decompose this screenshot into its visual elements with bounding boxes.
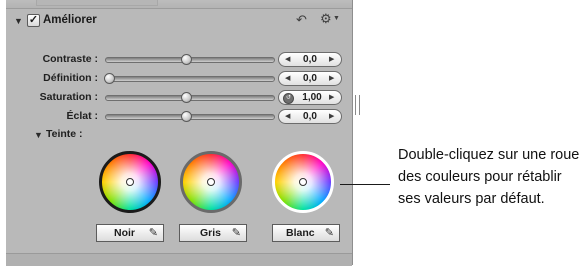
contrast-slider-thumb[interactable] [181,54,192,65]
decrement-arrow-icon[interactable]: ◀ [285,73,290,84]
reset-icon[interactable]: ↺ [283,93,294,104]
gray-color-wheel[interactable] [180,151,242,213]
increment-arrow-icon[interactable]: ▶ [329,73,334,84]
previous-section-header [36,0,158,6]
vibrancy-label: Éclat : [66,110,98,122]
saturation-slider[interactable] [105,92,275,103]
gray-eyedropper-button[interactable]: Gris ✎ [179,224,247,242]
definition-label: Définition : [43,72,98,84]
gear-icon[interactable]: ⚙ [320,11,332,27]
white-label: Blanc [286,227,315,239]
saturation-label: Saturation : [39,91,98,103]
saturation-stepper[interactable]: ↺ 1,00 ▶ [278,90,342,105]
previous-section-strip [6,0,352,9]
decrement-arrow-icon[interactable]: ◀ [285,54,290,65]
increment-arrow-icon[interactable]: ▶ [329,111,334,122]
saturation-slider-thumb[interactable] [181,92,192,103]
increment-arrow-icon[interactable]: ▶ [329,92,334,103]
tint-disclosure-triangle[interactable]: ▼ [34,130,43,140]
gray-label: Gris [200,227,222,239]
section-title: Améliorer [43,14,97,26]
vibrancy-value[interactable]: 0,0 [293,110,327,123]
callout-text: Double-cliquez sur une roue des couleurs… [398,147,580,207]
white-eyedropper-button[interactable]: Blanc ✎ [272,224,340,242]
definition-slider-thumb[interactable] [104,73,115,84]
contrast-value[interactable]: 0,0 [293,53,327,66]
callout-leader-line [340,184,390,185]
black-wheel-handle[interactable] [126,178,134,186]
next-section-strip [6,253,352,266]
black-color-wheel[interactable] [99,151,161,213]
increment-arrow-icon[interactable]: ▶ [329,54,334,65]
panel-resize-grip[interactable] [355,95,360,115]
vibrancy-slider-thumb[interactable] [181,111,192,122]
saturation-value[interactable]: 1,00 [295,91,329,104]
adjustments-panel: ▼ ✓ Améliorer ↶ ⚙ ▼ Contraste : ◀ 0,0 ▶ … [6,0,353,266]
white-color-wheel[interactable] [272,151,334,213]
tint-label: Teinte : [46,128,83,140]
definition-slider[interactable] [104,73,275,84]
definition-stepper[interactable]: ◀ 0,0 ▶ [278,71,342,86]
undo-icon[interactable]: ↶ [296,12,307,28]
enhance-checkbox[interactable]: ✓ [27,14,40,27]
gray-wheel-handle[interactable] [207,178,215,186]
eyedropper-icon: ✎ [231,227,241,239]
black-label: Noir [114,227,135,239]
eyedropper-icon: ✎ [148,227,158,239]
definition-value[interactable]: 0,0 [293,72,327,85]
vibrancy-stepper[interactable]: ◀ 0,0 ▶ [278,109,342,124]
vibrancy-slider[interactable] [105,111,275,122]
decrement-arrow-icon[interactable]: ◀ [285,111,290,122]
chevron-down-icon[interactable]: ▼ [333,15,340,22]
black-eyedropper-button[interactable]: Noir ✎ [96,224,164,242]
contrast-label: Contraste : [42,53,98,65]
contrast-stepper[interactable]: ◀ 0,0 ▶ [278,52,342,67]
eyedropper-icon: ✎ [324,227,334,239]
section-disclosure-triangle[interactable]: ▼ [14,16,23,26]
white-wheel-handle[interactable] [299,178,307,186]
contrast-slider[interactable] [105,54,275,65]
